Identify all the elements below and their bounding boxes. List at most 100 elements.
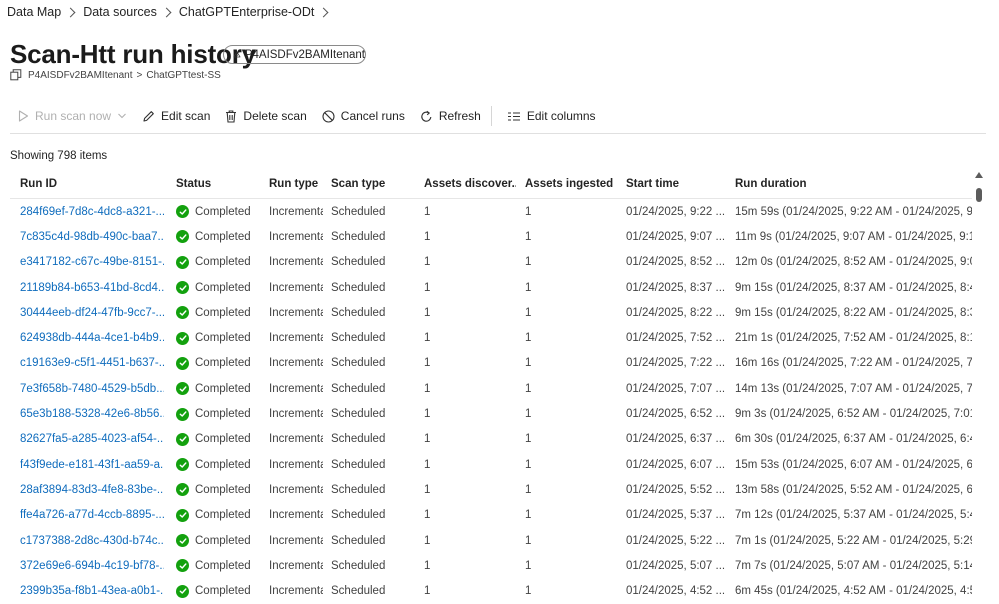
- table-row[interactable]: 2399b35a-f8b1-43ea-a0b1-... Completed Incr…: [10, 578, 972, 603]
- run-id-link-text[interactable]: 82627fa5-a285-4023-af54-...: [20, 433, 164, 445]
- assets-discovered-cell-text: 1: [424, 256, 431, 269]
- scroll-up-arrow-icon[interactable]: [975, 172, 983, 178]
- run-id-link[interactable]: 7c835c4d-98db-490c-baa7...: [20, 224, 164, 249]
- run-id-link-text[interactable]: 28af3894-83d3-4fe8-83be-...: [20, 484, 164, 496]
- run-id-link[interactable]: 30444eeb-df24-47fb-9cc7-...: [20, 300, 164, 325]
- scan-type-cell-text: Scheduled: [331, 230, 386, 243]
- run-id-link-text[interactable]: 284f69ef-7d8c-4dc8-a321-...: [20, 206, 164, 218]
- run-id-link[interactable]: 21189b84-b653-41bd-8cd4...: [20, 275, 164, 300]
- status-cell-text: Completed: [195, 332, 251, 345]
- table-row[interactable]: 21189b84-b653-41bd-8cd4... Completed Incre…: [10, 275, 972, 300]
- run-id-link-text[interactable]: c19163e9-c5f1-4451-b637-...: [20, 357, 164, 369]
- breadcrumb-source-name[interactable]: ChatGPTEnterprise-ODt: [179, 5, 314, 19]
- column-header-run-type[interactable]: Run type: [269, 170, 323, 198]
- run-id-link-text[interactable]: c1737388-2d8c-430d-b74c...: [20, 535, 164, 547]
- scan-type-cell-text: Scheduled: [331, 382, 386, 395]
- status-cell: Completed: [176, 275, 264, 300]
- run-id-link-text[interactable]: e3417182-c67c-49be-8151-...: [20, 256, 164, 268]
- run-duration-cell: 9m 15s (01/24/2025, 8:37 AM - 01/24/2025…: [735, 275, 972, 300]
- refresh-button[interactable]: Refresh: [420, 105, 481, 127]
- run-id-link-text[interactable]: 2399b35a-f8b1-43ea-a0b1-...: [20, 585, 164, 597]
- column-header-scan-type[interactable]: Scan type: [331, 170, 415, 198]
- table-row[interactable]: 624938db-444a-4ce1-b4b9... Completed Incre…: [10, 325, 972, 350]
- run-id-link[interactable]: f43f9ede-e181-43f1-aa59-a...: [20, 452, 164, 477]
- edit-scan-button[interactable]: Edit scan: [142, 105, 210, 127]
- delete-scan-button[interactable]: Delete scan: [225, 105, 307, 127]
- tenant-badge[interactable]: P4AISDFv2BAMItenant: [223, 45, 366, 64]
- run-id-link[interactable]: 28af3894-83d3-4fe8-83be-...: [20, 477, 164, 502]
- status-cell-text: Completed: [195, 256, 251, 269]
- start-time-cell: 01/24/2025, 6:07 ...: [626, 452, 726, 477]
- run-id-link[interactable]: 65e3b188-5328-42e6-8b56...: [20, 401, 164, 426]
- run-id-link-text[interactable]: f43f9ede-e181-43f1-aa59-a...: [20, 459, 164, 471]
- start-time-cell-text: 01/24/2025, 9:07 ...: [626, 230, 726, 243]
- assets-ingested-cell-text: 1: [525, 357, 532, 370]
- run-scan-now-button[interactable]: Run scan now: [18, 105, 127, 127]
- run-id-link-text[interactable]: 21189b84-b653-41bd-8cd4...: [20, 282, 164, 294]
- run-type-cell-text: Incrementa: [269, 559, 323, 572]
- table-row[interactable]: 7e3f658b-7480-4529-b5db... Completed Incre…: [10, 376, 972, 401]
- scrollbar-thumb[interactable]: [976, 188, 982, 202]
- run-type-cell-text: Incrementa: [269, 509, 323, 522]
- run-duration-cell: 21m 1s (01/24/2025, 7:52 AM - 01/24/2025…: [735, 325, 972, 350]
- status-cell: Completed: [176, 224, 264, 249]
- column-header-start-time[interactable]: Start time: [626, 170, 726, 198]
- table-row[interactable]: c19163e9-c5f1-4451-b637-... Completed Incr…: [10, 351, 972, 376]
- table-scrollbar[interactable]: [974, 172, 985, 600]
- table-row[interactable]: e3417182-c67c-49be-8151-... Completed Incr…: [10, 250, 972, 275]
- column-header-assets-ingested[interactable]: Assets ingested: [525, 170, 617, 198]
- run-duration-cell-text: 6m 45s (01/24/2025, 4:52 AM - 01/24/2025…: [735, 585, 972, 598]
- start-time-cell: 01/24/2025, 8:52 ...: [626, 250, 726, 275]
- assets-discovered-cell-text: 1: [424, 483, 431, 496]
- scan-type-cell: Scheduled: [331, 376, 415, 401]
- assets-ingested-cell: 1: [525, 275, 617, 300]
- pencil-icon: [143, 110, 154, 122]
- assets-discovered-cell: 1: [424, 325, 516, 350]
- table-row[interactable]: c1737388-2d8c-430d-b74c... Completed Incre…: [10, 528, 972, 553]
- chevron-right-icon: [161, 7, 172, 17]
- cancel-runs-button[interactable]: Cancel runs: [322, 105, 405, 127]
- run-id-link-text[interactable]: ffe4a726-a77d-4ccb-8895-...: [20, 509, 164, 521]
- table-row[interactable]: 284f69ef-7d8c-4dc8-a321-... Completed Incr…: [10, 199, 972, 224]
- breadcrumb-data-sources[interactable]: Data sources: [83, 5, 157, 19]
- run-id-link-text[interactable]: 30444eeb-df24-47fb-9cc7-...: [20, 307, 164, 319]
- table-row[interactable]: 7c835c4d-98db-490c-baa7... Completed Incre…: [10, 224, 972, 249]
- status-cell: Completed: [176, 376, 264, 401]
- run-id-link-text[interactable]: 624938db-444a-4ce1-b4b9...: [20, 332, 164, 344]
- breadcrumb-data-map[interactable]: Data Map: [7, 5, 61, 19]
- run-id-link-text[interactable]: 7e3f658b-7480-4529-b5db...: [20, 383, 164, 395]
- table-row[interactable]: f43f9ede-e181-43f1-aa59-a... Completed Inc…: [10, 452, 972, 477]
- run-id-link-text[interactable]: 372e69e6-694b-4c19-bf78-...: [20, 560, 164, 572]
- assets-discovered-cell: 1: [424, 503, 516, 528]
- run-id-link[interactable]: ffe4a726-a77d-4ccb-8895-...: [20, 503, 164, 528]
- column-header-run-duration[interactable]: Run duration: [735, 170, 972, 198]
- table-body: 284f69ef-7d8c-4dc8-a321-... Completed Incr…: [10, 199, 972, 604]
- run-id-link[interactable]: 624938db-444a-4ce1-b4b9...: [20, 325, 164, 350]
- run-id-link[interactable]: 7e3f658b-7480-4529-b5db...: [20, 376, 164, 401]
- run-duration-cell-text: 9m 15s (01/24/2025, 8:22 AM - 01/24/2025…: [735, 306, 972, 319]
- run-id-link[interactable]: 372e69e6-694b-4c19-bf78-...: [20, 553, 164, 578]
- run-id-link[interactable]: 284f69ef-7d8c-4dc8-a321-...: [20, 199, 164, 224]
- table-row[interactable]: 372e69e6-694b-4c19-bf78-... Completed Incr…: [10, 553, 972, 578]
- run-type-cell-text: Incrementa: [269, 357, 323, 370]
- table-row[interactable]: 28af3894-83d3-4fe8-83be-... Completed Incr…: [10, 477, 972, 502]
- column-header-assets-discovered[interactable]: Assets discover...: [424, 170, 516, 198]
- run-id-link[interactable]: 2399b35a-f8b1-43ea-a0b1-...: [20, 578, 164, 603]
- table-row[interactable]: 30444eeb-df24-47fb-9cc7-... Completed Incr…: [10, 300, 972, 325]
- run-id-link-text[interactable]: 65e3b188-5328-42e6-8b56...: [20, 408, 164, 420]
- check-circle-icon: [176, 584, 189, 598]
- column-header-run-id[interactable]: Run ID: [20, 170, 164, 198]
- table-row[interactable]: 82627fa5-a285-4023-af54-... Completed Incr…: [10, 427, 972, 452]
- run-id-link[interactable]: c19163e9-c5f1-4451-b637-...: [20, 351, 164, 376]
- run-id-link[interactable]: e3417182-c67c-49be-8151-...: [20, 250, 164, 275]
- table-row[interactable]: ffe4a726-a77d-4ccb-8895-... Completed Incr…: [10, 503, 972, 528]
- assets-discovered-cell-text: 1: [424, 332, 431, 345]
- run-duration-cell-text: 7m 7s (01/24/2025, 5:07 AM - 01/24/2025,…: [735, 559, 972, 572]
- run-id-link[interactable]: c1737388-2d8c-430d-b74c...: [20, 528, 164, 553]
- run-id-link-text[interactable]: 7c835c4d-98db-490c-baa7...: [20, 231, 164, 243]
- scan-type-cell: Scheduled: [331, 275, 415, 300]
- column-header-status[interactable]: Status: [176, 170, 264, 198]
- run-id-link[interactable]: 82627fa5-a285-4023-af54-...: [20, 427, 164, 452]
- table-row[interactable]: 65e3b188-5328-42e6-8b56... Completed Incre…: [10, 401, 972, 426]
- edit-columns-button[interactable]: Edit columns: [507, 105, 596, 127]
